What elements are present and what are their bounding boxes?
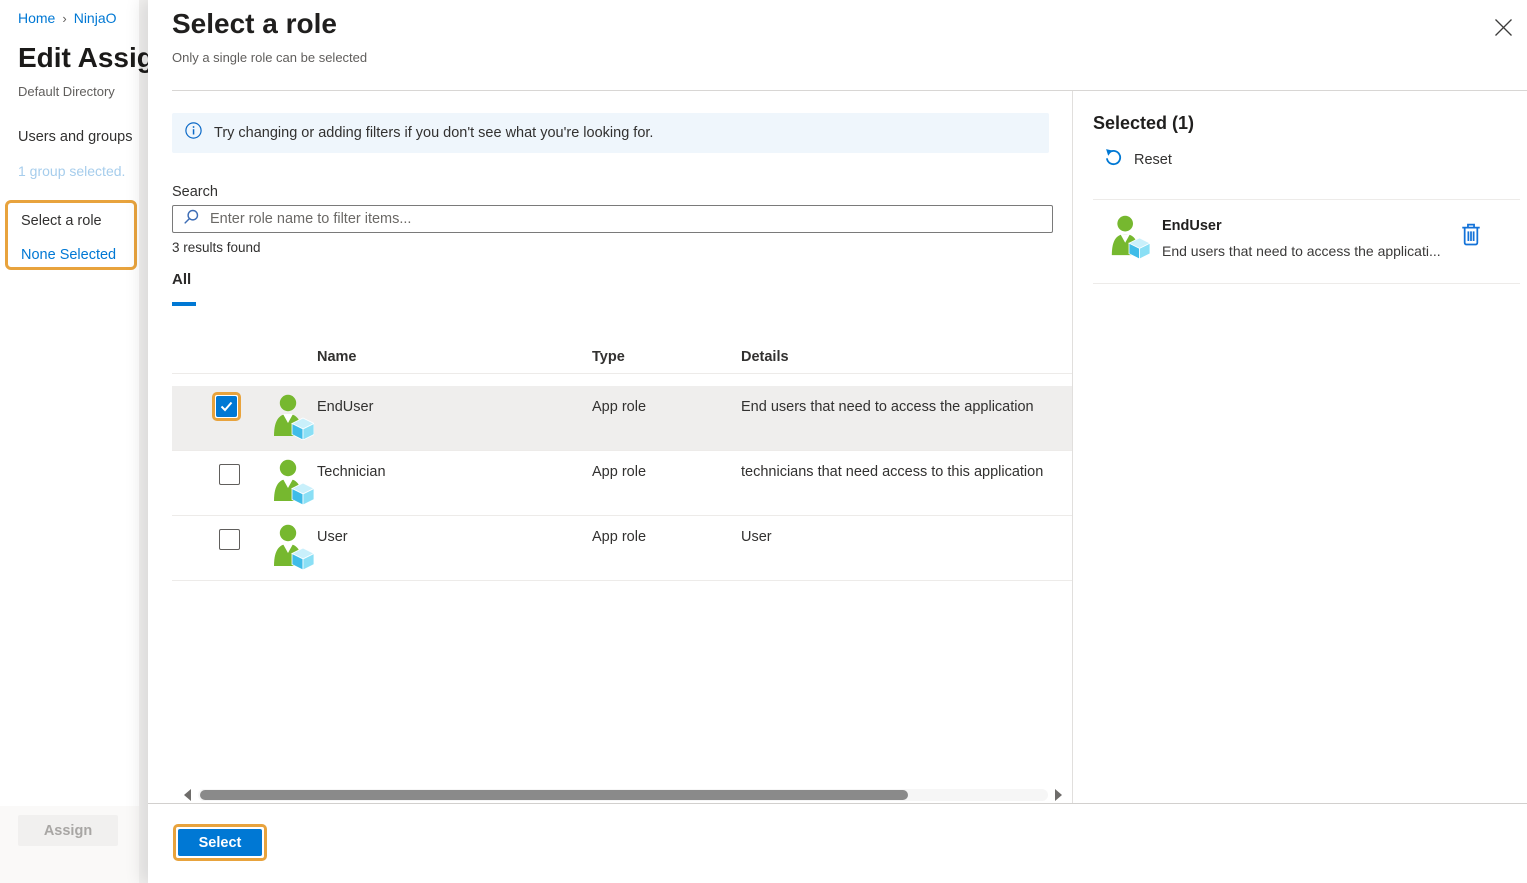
column-header-type: Type: [592, 349, 625, 365]
role-checkbox-checked[interactable]: [216, 396, 237, 417]
role-name: EndUser: [317, 399, 373, 415]
column-header-name: Name: [317, 349, 357, 365]
undo-icon: [1104, 148, 1123, 171]
background-page-footer: Assign: [0, 806, 139, 883]
search-icon: [182, 208, 200, 231]
tab-active-underline: [172, 302, 196, 306]
results-count: 3 results found: [172, 240, 261, 255]
scroll-left-arrow[interactable]: [182, 788, 194, 802]
search-box: [172, 205, 1053, 233]
header-divider: [172, 90, 1527, 91]
azure-portal-page: { "background_page": { "breadcrumb": { "…: [0, 0, 1527, 883]
role-type: App role: [592, 464, 646, 480]
table-row-technician[interactable]: Technician App role technicians that nee…: [172, 451, 1072, 516]
checkbox-annotation-box: [212, 392, 241, 421]
selected-panel-title: Selected (1): [1093, 113, 1194, 134]
select-role-annotation-box: Select a role None Selected: [5, 200, 137, 270]
group-selected-link[interactable]: 1 group selected.: [18, 163, 125, 179]
search-input[interactable]: [210, 206, 1052, 232]
selected-item-enduser: EndUser End users that need to access th…: [1093, 200, 1520, 283]
column-header-details: Details: [741, 349, 789, 365]
breadcrumb: Home › NinjaO: [18, 10, 117, 26]
role-details: End users that need to access the applic…: [741, 399, 1072, 415]
role-details: technicians that need access to this app…: [741, 464, 1072, 480]
page-scrollbar-strip: [139, 0, 148, 883]
selected-item-description: End users that need to access the applic…: [1162, 243, 1452, 259]
footer-divider: [148, 803, 1527, 804]
role-checkbox-unchecked[interactable]: [219, 529, 240, 550]
app-role-person-cube-icon: [1108, 215, 1150, 259]
selected-list-divider: [1093, 283, 1520, 284]
breadcrumb-separator: ›: [62, 11, 66, 26]
role-details: User: [741, 529, 1072, 545]
breadcrumb-current-link[interactable]: NinjaO: [74, 10, 117, 26]
info-icon: [185, 122, 202, 144]
scroll-right-arrow[interactable]: [1054, 788, 1066, 802]
none-selected-link[interactable]: None Selected: [21, 247, 116, 263]
select-role-panel: Select a role Only a single role can be …: [148, 0, 1527, 883]
roles-table-header: Name Type Details: [172, 347, 1072, 374]
vertical-divider: [1072, 91, 1073, 803]
reset-button-label: Reset: [1134, 152, 1172, 168]
table-row-user[interactable]: User App role User: [172, 516, 1072, 581]
app-role-person-cube-icon: [270, 394, 314, 440]
search-label: Search: [172, 184, 218, 200]
users-and-groups-label: Users and groups: [18, 129, 132, 145]
horizontal-scrollbar-thumb[interactable]: [200, 790, 908, 800]
info-banner: Try changing or adding filters if you do…: [172, 113, 1049, 153]
breadcrumb-home-link[interactable]: Home: [18, 10, 55, 26]
panel-subtitle: Only a single role can be selected: [172, 50, 367, 65]
tab-all[interactable]: All: [172, 271, 191, 288]
role-type: App role: [592, 399, 646, 415]
roles-table-body: EndUser App role End users that need to …: [172, 386, 1072, 581]
page-subtitle: Default Directory: [18, 84, 115, 99]
horizontal-scrollbar-track[interactable]: [198, 789, 1048, 801]
info-banner-text: Try changing or adding filters if you do…: [214, 125, 653, 141]
app-role-person-cube-icon: [270, 459, 314, 505]
select-button-annotation-box: Select: [173, 824, 267, 861]
selected-item-name: EndUser: [1162, 218, 1222, 234]
panel-title: Select a role: [172, 8, 337, 40]
role-type: App role: [592, 529, 646, 545]
select-a-role-label: Select a role: [21, 213, 102, 229]
select-button[interactable]: Select: [178, 829, 262, 856]
trash-icon[interactable]: [1458, 222, 1484, 248]
close-icon[interactable]: [1489, 14, 1517, 42]
reset-button[interactable]: Reset: [1104, 148, 1172, 171]
app-role-person-cube-icon: [270, 524, 314, 570]
role-name: User: [317, 529, 348, 545]
page-title: Edit Assig: [18, 42, 148, 74]
role-name: Technician: [317, 464, 386, 480]
role-checkbox-unchecked[interactable]: [219, 464, 240, 485]
table-row-enduser[interactable]: EndUser App role End users that need to …: [172, 386, 1072, 451]
assign-button[interactable]: Assign: [18, 815, 118, 846]
